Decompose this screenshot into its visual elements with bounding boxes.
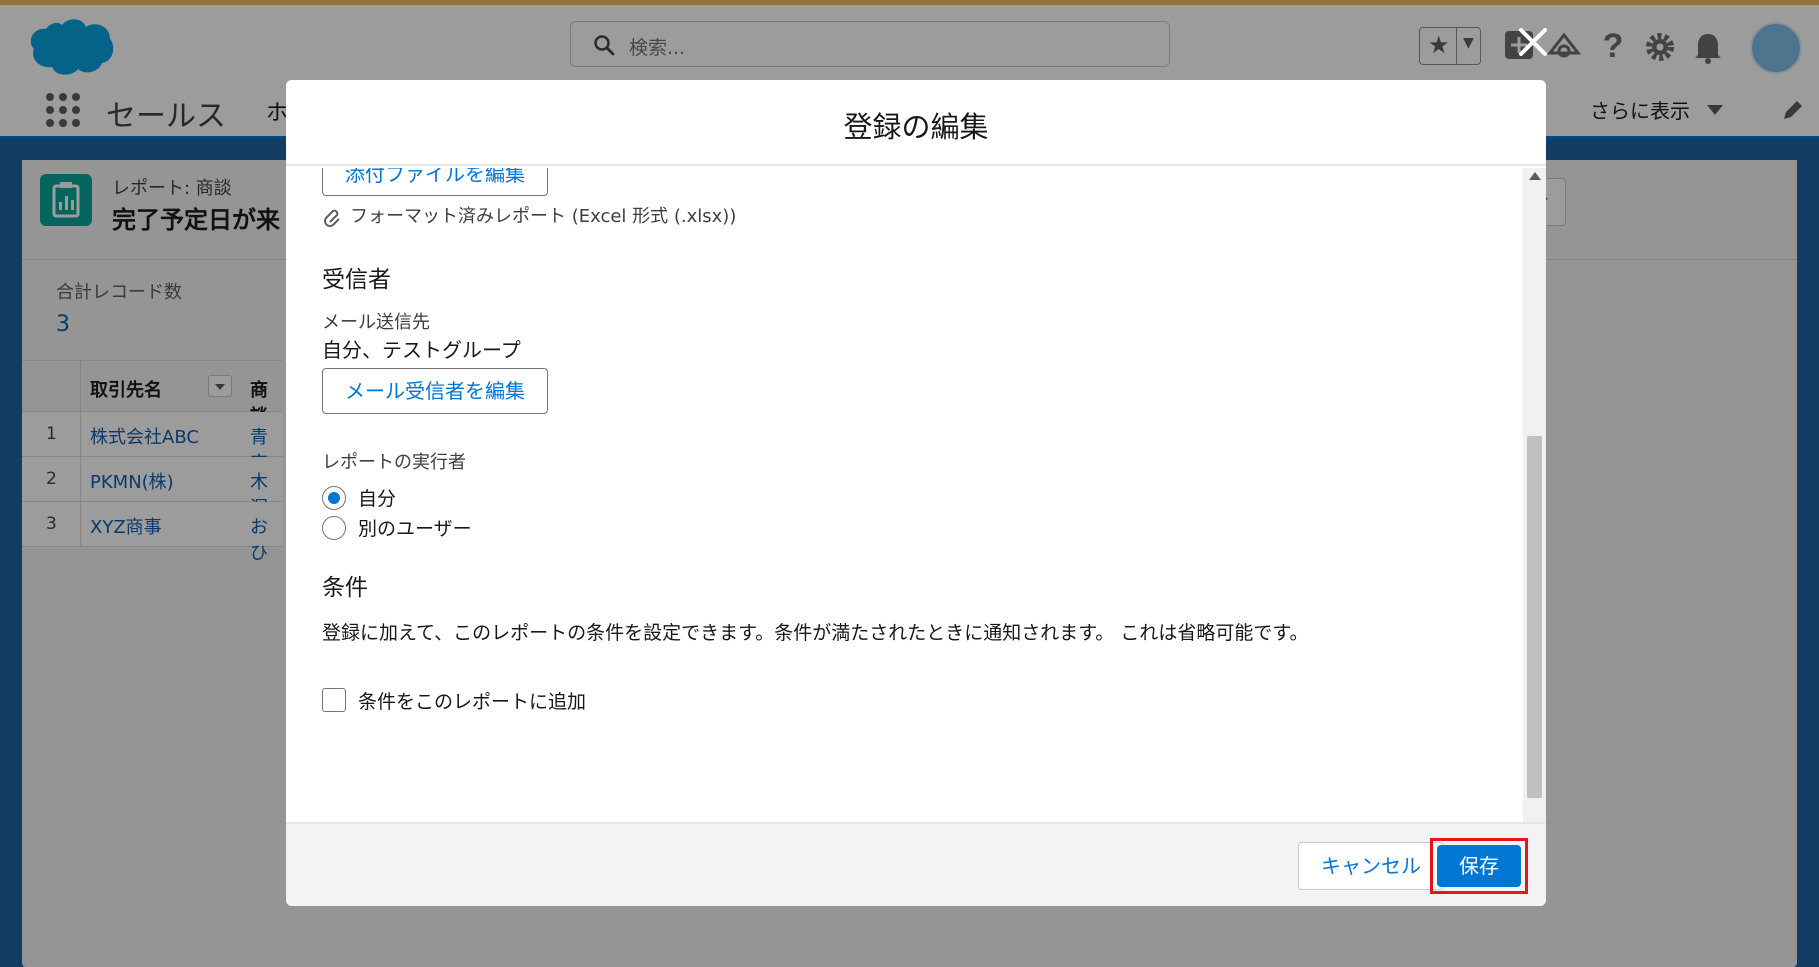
conditions-description: 登録に加えて、このレポートの条件を設定できます。条件が満たされたときに通知されま… [322, 622, 1309, 644]
save-button[interactable]: 保存 [1437, 845, 1521, 887]
modal-title: 登録の編集 [843, 110, 989, 144]
add-condition-label[interactable]: 条件をこのレポートに追加 [358, 687, 586, 714]
mail-to-label: メール送信先 [322, 312, 430, 333]
mail-to-value: 自分、テストグループ [322, 338, 521, 362]
edit-attachment-button[interactable]: 添付ファイルを編集 [322, 168, 548, 196]
edit-recipients-button[interactable]: メール受信者を編集 [322, 368, 548, 414]
attachment-icon [324, 209, 340, 227]
modal-scrollbar[interactable] [1523, 168, 1546, 902]
modal-footer: キャンセル 保存 [286, 822, 1546, 906]
edit-subscription-modal: 登録の編集 添付ファイルを編集 フォーマット済みレポート (Excel 形式 (… [286, 80, 1546, 906]
run-as-label: レポートの実行者 [322, 452, 466, 473]
run-as-self-label[interactable]: 自分 [358, 484, 396, 511]
close-icon[interactable] [1515, 24, 1551, 60]
scroll-thumb[interactable] [1527, 436, 1542, 798]
modal-header: 登録の編集 [286, 80, 1546, 166]
attachment-format: フォーマット済みレポート (Excel 形式 (.xlsx)) [350, 206, 737, 227]
recipients-section-title: 受信者 [322, 267, 391, 293]
run-as-other-radio[interactable] [322, 516, 346, 540]
run-as-other-label[interactable]: 別のユーザー [358, 514, 472, 541]
conditions-section-title: 条件 [322, 575, 368, 601]
add-condition-checkbox[interactable] [322, 688, 346, 712]
modal-body: 添付ファイルを編集 フォーマット済みレポート (Excel 形式 (.xlsx)… [286, 168, 1530, 902]
cancel-button[interactable]: キャンセル [1298, 842, 1444, 890]
save-highlight-box: 保存 [1430, 838, 1528, 894]
scroll-up-arrow-icon[interactable] [1529, 172, 1541, 180]
run-as-self-radio[interactable] [322, 486, 346, 510]
